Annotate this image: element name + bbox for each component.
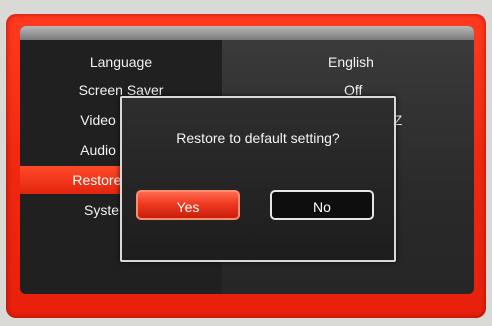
no-button[interactable]: No xyxy=(270,190,374,220)
screen-header-band xyxy=(20,26,474,40)
restore-default-dialog: Restore to default setting? Yes No xyxy=(120,96,396,262)
dialog-message: Restore to default setting? xyxy=(176,130,340,146)
yes-button[interactable]: Yes xyxy=(136,190,240,220)
menu-item-language[interactable]: Language xyxy=(20,48,222,76)
language-value: English xyxy=(328,54,374,70)
